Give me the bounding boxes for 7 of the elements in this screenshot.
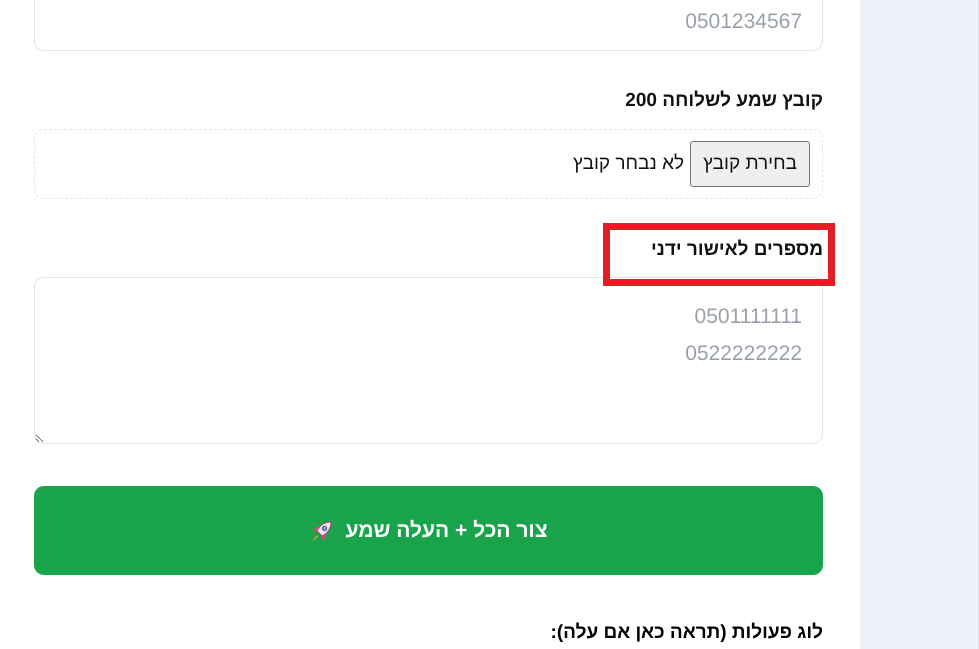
choose-file-button[interactable]: בחירת קובץ bbox=[690, 141, 810, 187]
field-label: מספרים לאישור ידני bbox=[650, 238, 823, 262]
file-status: לא נבחר קובץ bbox=[573, 153, 684, 175]
log-heading: לוג פעולות (תראה כאן אם עלה): bbox=[550, 621, 823, 645]
phone-field[interactable]: 0501234567 bbox=[34, 0, 823, 51]
field-label: קובץ שמע לשלוחה 200 bbox=[625, 89, 823, 113]
numbers-textarea[interactable]: 0501111111 0522222222 bbox=[34, 277, 823, 444]
